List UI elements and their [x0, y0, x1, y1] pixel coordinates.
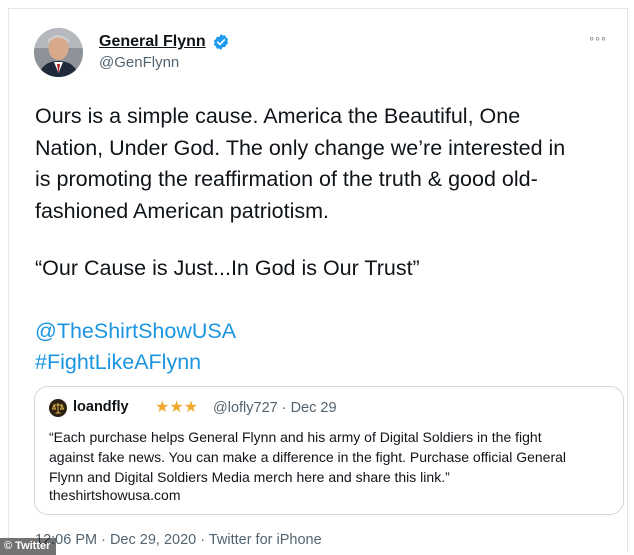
profile-avatar[interactable] [34, 28, 83, 77]
mention-link[interactable]: @TheShirtShowUSA [35, 319, 236, 344]
quoted-tweet-url[interactable]: theshirtshowusa.com [49, 487, 181, 503]
tweet-card: General Flynn @GenFlynn ◦◦◦ Ours is a si… [8, 8, 628, 553]
quoted-author-name: loandfly [73, 399, 129, 415]
star-icons: ★★★ [155, 399, 199, 416]
tweet-body-text: Ours is a simple cause. America the Beau… [35, 104, 566, 223]
avatar-photo [34, 28, 83, 77]
quoted-handle-date: @lofly727 · Dec 29 [213, 400, 337, 416]
author-display-name[interactable]: General Flynn [99, 33, 206, 51]
image-credit: © Twitter [0, 538, 57, 555]
quoted-tweet-card[interactable]: loandfly ★★★ @lofly727 · Dec 29 “Each pu… [34, 386, 624, 515]
author-name-row: General Flynn [99, 33, 230, 51]
author-handle[interactable]: @GenFlynn [99, 54, 179, 71]
verified-badge-icon [212, 33, 230, 51]
hashtag-link[interactable]: #FightLikeAFlynn [35, 350, 201, 375]
quoted-tweet-text: “Each purchase helps General Flynn and h… [49, 429, 567, 485]
tweet-timestamp-source[interactable]: 12:06 PM · Dec 29, 2020 · Twitter for iP… [35, 532, 322, 548]
quoted-avatar [49, 399, 67, 417]
scales-icon [52, 403, 64, 414]
more-options-button[interactable]: ◦◦◦ [589, 31, 607, 45]
tweet-quote-line: “Our Cause is Just...In God is Our Trust… [35, 256, 420, 280]
